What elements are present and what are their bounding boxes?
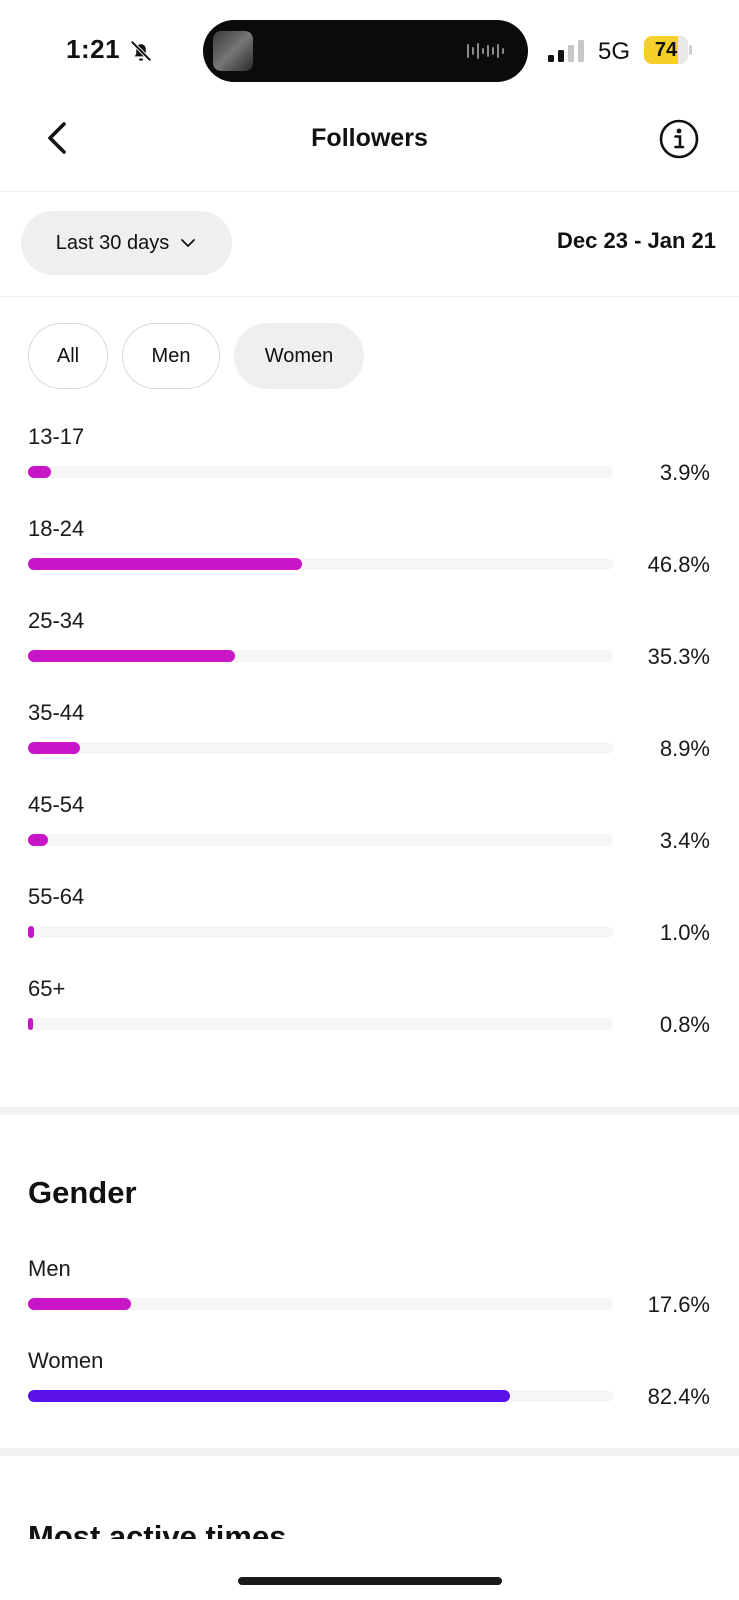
bar-fill <box>28 650 235 662</box>
age-row: 18-24 46.8% <box>28 510 712 602</box>
bar-track <box>28 466 613 478</box>
gender-percent: 82.4% <box>647 1384 710 1409</box>
now-playing-artwork <box>213 31 253 71</box>
bell-off-icon <box>131 41 151 61</box>
bar-fill <box>28 558 302 570</box>
age-row: 55-64 1.0% <box>28 878 712 970</box>
bar-track <box>28 1018 613 1030</box>
battery-icon: 74 <box>644 36 692 64</box>
age-percent: 8.9% <box>659 736 710 761</box>
date-filter-row: Last 30 days Dec 23 - Jan 21 <box>0 193 739 297</box>
chevron-down-icon <box>181 239 196 247</box>
gender-label: Men <box>28 1256 71 1281</box>
nav-header: Followers <box>0 100 739 192</box>
age-row: 25-34 35.3% <box>28 602 712 694</box>
network-type: 5G <box>598 38 631 65</box>
status-time: 1:21 <box>66 34 121 64</box>
info-button[interactable] <box>658 118 700 160</box>
chip-women[interactable]: Women <box>234 323 364 389</box>
bar-fill <box>28 1018 33 1030</box>
bar-fill <box>28 926 34 938</box>
age-row: 45-54 3.4% <box>28 786 712 878</box>
age-label: 65+ <box>28 976 66 1001</box>
bar-track <box>28 1390 613 1402</box>
section-divider <box>0 1448 739 1456</box>
bar-track <box>28 926 613 938</box>
date-range-text: Dec 23 - Jan 21 <box>557 228 716 253</box>
bar-fill <box>28 1298 131 1310</box>
age-percent: 3.4% <box>659 828 710 853</box>
followers-insights-screen: 1:21 5G 74 Followers Last 30 days Dec 23… <box>0 0 739 1600</box>
age-label: 13-17 <box>28 424 85 449</box>
date-range-label: Last 30 days <box>55 231 170 254</box>
age-range-list: 13-17 3.9% 18-24 46.8% 25-34 35.3% 35-44… <box>28 418 712 1062</box>
gender-row: Women 82.4% <box>28 1342 712 1434</box>
bar-track <box>28 650 613 662</box>
age-percent: 3.9% <box>659 460 710 485</box>
status-bar: 1:21 5G 74 <box>0 0 739 100</box>
chip-men[interactable]: Men <box>122 323 220 389</box>
age-percent: 35.3% <box>647 644 710 669</box>
most-active-section-title: Most active times <box>28 1519 287 1539</box>
section-divider <box>0 1107 739 1115</box>
age-percent: 0.8% <box>659 1012 710 1037</box>
date-range-dropdown[interactable]: Last 30 days <box>21 211 232 275</box>
age-row: 13-17 3.9% <box>28 418 712 510</box>
age-percent: 1.0% <box>659 920 710 945</box>
chip-all[interactable]: All <box>28 323 108 389</box>
age-label: 25-34 <box>28 608 85 633</box>
bar-fill <box>28 1390 511 1402</box>
audio-wave-icon <box>467 43 504 59</box>
home-indicator[interactable] <box>238 1577 502 1585</box>
gender-label: Women <box>28 1348 104 1373</box>
age-row: 35-44 8.9% <box>28 694 712 786</box>
bar-track <box>28 1298 613 1310</box>
bar-track <box>28 834 613 846</box>
signal-icon <box>548 40 584 62</box>
gender-section-title: Gender <box>28 1175 137 1210</box>
page-title: Followers <box>311 124 428 152</box>
gender-percent: 17.6% <box>647 1292 710 1317</box>
gender-list: Men 17.6% Women 82.4% <box>28 1250 712 1434</box>
age-row: 65+ 0.8% <box>28 970 712 1062</box>
bar-track <box>28 742 613 754</box>
age-percent: 46.8% <box>647 552 710 577</box>
bar-fill <box>28 742 81 754</box>
bar-track <box>28 558 613 570</box>
age-label: 35-44 <box>28 700 85 725</box>
gender-row: Men 17.6% <box>28 1250 712 1342</box>
battery-level: 74 <box>654 39 678 61</box>
age-label: 55-64 <box>28 884 85 909</box>
gender-filter-chips: All Men Women <box>28 323 364 389</box>
bar-fill <box>28 466 51 478</box>
age-label: 45-54 <box>28 792 85 817</box>
dynamic-island[interactable] <box>203 20 528 82</box>
bar-fill <box>28 834 48 846</box>
age-label: 18-24 <box>28 516 85 541</box>
